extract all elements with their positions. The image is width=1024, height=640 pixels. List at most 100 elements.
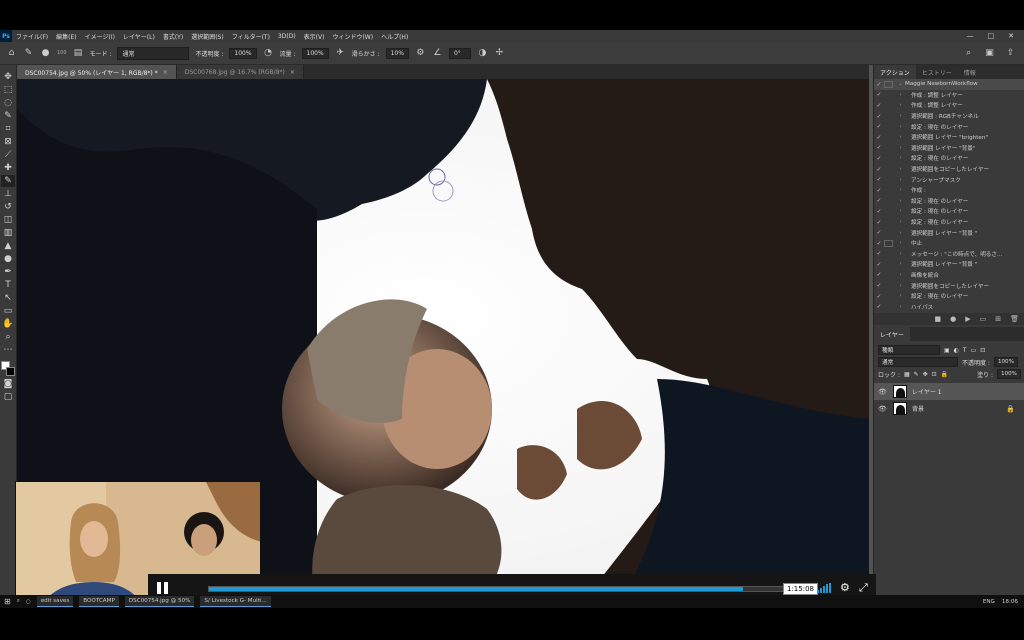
- menu-edit[interactable]: 編集(E): [52, 32, 80, 41]
- check-icon[interactable]: ✓: [874, 208, 884, 215]
- stop-icon[interactable]: ■: [934, 315, 941, 323]
- action-step-row[interactable]: ✓ › 選択範囲をコピーしたレイヤー: [874, 280, 1024, 291]
- action-step-row[interactable]: ✓ › メッセージ : "この時点で、明るさ...: [874, 249, 1024, 260]
- layer-row-background[interactable]: 👁 背景 🔒: [874, 400, 1024, 417]
- symmetry-icon[interactable]: ✢: [494, 48, 505, 59]
- record-icon[interactable]: ●: [950, 315, 956, 323]
- screen-mode-icon[interactable]: ▢: [1, 391, 15, 403]
- menu-3d[interactable]: 3D(D): [274, 33, 300, 40]
- airbrush-icon[interactable]: ✈: [335, 48, 346, 59]
- check-icon[interactable]: ✓: [874, 187, 884, 194]
- action-step-row[interactable]: ✓ › 設定 : 現在 のレイヤー: [874, 217, 1024, 228]
- lock-paint-icon[interactable]: ✎: [914, 371, 919, 378]
- action-step-row[interactable]: ✓ › 画像を統合: [874, 270, 1024, 281]
- check-icon[interactable]: ✓: [874, 102, 884, 109]
- twirl-icon[interactable]: ›: [896, 155, 905, 161]
- lock-pixels-icon[interactable]: ▦: [904, 371, 910, 378]
- type-tool-icon[interactable]: T: [1, 279, 15, 291]
- start-icon[interactable]: ⊞: [4, 597, 11, 606]
- new-action-icon[interactable]: ⊞: [995, 315, 1001, 323]
- maximize-button[interactable]: □: [988, 32, 995, 40]
- background-color[interactable]: [6, 367, 15, 376]
- menu-type[interactable]: 書式(Y): [159, 32, 187, 41]
- menu-window[interactable]: ウィンドウ(W): [328, 32, 377, 41]
- menu-filter[interactable]: フィルター(T): [228, 32, 274, 41]
- more-tools-icon[interactable]: ⋯: [1, 344, 15, 356]
- lock-position-icon[interactable]: ✥: [923, 371, 928, 378]
- history-brush-tool-icon[interactable]: ↺: [1, 201, 15, 213]
- quick-select-tool-icon[interactable]: ✎: [1, 110, 15, 122]
- close-icon[interactable]: ×: [290, 69, 295, 76]
- filter-shape-icon[interactable]: ▭: [971, 347, 977, 354]
- filter-adjust-icon[interactable]: ◐: [954, 347, 959, 354]
- lock-all-icon[interactable]: 🔒: [941, 371, 948, 378]
- settings-icon[interactable]: ⚙: [840, 581, 850, 594]
- twirl-icon[interactable]: ›: [896, 177, 905, 183]
- play-icon[interactable]: ▶: [965, 315, 970, 323]
- tab-actions[interactable]: アクション: [874, 65, 916, 79]
- twirl-icon[interactable]: ›: [896, 240, 905, 246]
- pressure-size-icon[interactable]: ◑: [477, 48, 488, 59]
- action-step-row[interactable]: ✓ › 選択範囲をコピーしたレイヤー: [874, 164, 1024, 175]
- twirl-icon[interactable]: ›: [896, 230, 905, 236]
- brush-preset-icon[interactable]: ●: [40, 48, 51, 59]
- frame-tool-icon[interactable]: ⊠: [1, 136, 15, 148]
- dialog-toggle-icon[interactable]: [884, 80, 893, 88]
- check-icon[interactable]: ✓: [874, 134, 884, 141]
- menu-help[interactable]: ヘルプ(H): [377, 32, 412, 41]
- brush-panel-icon[interactable]: ▤: [73, 48, 84, 59]
- fullscreen-icon[interactable]: ⤢: [859, 581, 868, 595]
- twirl-icon[interactable]: ›: [896, 304, 905, 310]
- path-select-tool-icon[interactable]: ↖: [1, 292, 15, 304]
- twirl-icon[interactable]: ›: [896, 92, 905, 98]
- check-icon[interactable]: ✓: [874, 303, 884, 310]
- check-icon[interactable]: ✓: [874, 176, 884, 183]
- twirl-icon[interactable]: ›: [896, 261, 905, 267]
- eyedropper-tool-icon[interactable]: ⟋: [1, 149, 15, 161]
- home-icon[interactable]: ⌂: [6, 48, 17, 59]
- menu-select[interactable]: 選択範囲(S): [187, 32, 228, 41]
- marquee-tool-icon[interactable]: ⬚: [1, 84, 15, 96]
- blur-tool-icon[interactable]: ▲: [1, 240, 15, 252]
- twirl-icon[interactable]: ›: [896, 208, 905, 214]
- twirl-icon[interactable]: ›: [896, 124, 905, 130]
- action-step-row[interactable]: ✓ › 作成 : 調整 レイヤー: [874, 100, 1024, 111]
- angle-field[interactable]: 0°: [448, 47, 471, 59]
- stamp-tool-icon[interactable]: ⊥: [1, 188, 15, 200]
- twirl-icon[interactable]: ›: [896, 187, 905, 193]
- layer-kind-select[interactable]: 種類: [878, 345, 940, 355]
- dialog-toggle-icon[interactable]: [884, 239, 893, 247]
- tab-layers[interactable]: レイヤー: [874, 327, 910, 341]
- action-step-row[interactable]: ✓ › 設定 : 現在 のレイヤー: [874, 121, 1024, 132]
- twirl-icon[interactable]: ›: [896, 293, 905, 299]
- eye-icon[interactable]: 👁: [878, 388, 888, 396]
- healing-tool-icon[interactable]: ✚: [1, 162, 15, 174]
- lock-artboard-icon[interactable]: ⊡: [932, 371, 937, 378]
- eye-icon[interactable]: 👁: [878, 405, 888, 413]
- layer-opacity-field[interactable]: 100%: [993, 357, 1018, 367]
- eraser-tool-icon[interactable]: ◫: [1, 214, 15, 226]
- filter-smart-icon[interactable]: ⊡: [980, 347, 985, 354]
- task-view-icon[interactable]: ○: [26, 599, 31, 605]
- check-icon[interactable]: ✓: [874, 250, 884, 257]
- action-step-row[interactable]: ✓ › 設定 : 現在 のレイヤー: [874, 153, 1024, 164]
- layer-name[interactable]: 背景: [912, 404, 924, 413]
- taskbar-app[interactable]: BOOTCAMP: [79, 596, 119, 607]
- action-set-row[interactable]: ✓ ⌄ Maggie NewbornWorkflow: [874, 79, 1024, 90]
- action-step-row[interactable]: ✓ › 選択範囲 レイヤー "背景 ": [874, 259, 1024, 270]
- twirl-icon[interactable]: ›: [896, 134, 905, 140]
- action-step-row[interactable]: ✓ › 選択範囲 レイヤー "背景": [874, 143, 1024, 154]
- mode-select[interactable]: 通常: [117, 46, 190, 60]
- crop-tool-icon[interactable]: ⌗: [1, 123, 15, 135]
- workspace-icon[interactable]: ▣: [984, 48, 995, 59]
- zoom-tool-icon[interactable]: ⌕: [1, 331, 15, 343]
- action-step-row[interactable]: ✓ › 設定 : 現在 のレイヤー: [874, 206, 1024, 217]
- menu-image[interactable]: イメージ(I): [81, 32, 119, 41]
- layer-row-layer1[interactable]: 👁 レイヤー 1: [874, 383, 1024, 400]
- check-icon[interactable]: ✓: [874, 81, 884, 88]
- search-icon[interactable]: ⌕: [963, 48, 974, 59]
- trash-icon[interactable]: 🗑: [1010, 315, 1019, 323]
- action-step-row[interactable]: ✓ › 作成 : 調整 レイヤー: [874, 90, 1024, 101]
- brush-tool-icon-active[interactable]: ✎: [1, 175, 15, 187]
- shape-tool-icon[interactable]: ▭: [1, 305, 15, 317]
